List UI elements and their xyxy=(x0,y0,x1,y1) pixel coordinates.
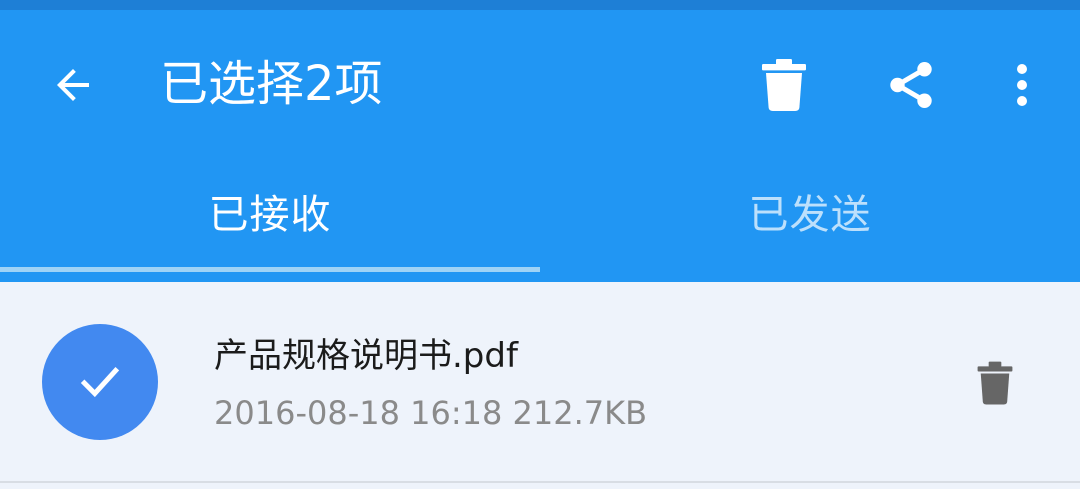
tab-bar: 已接收 已发送 xyxy=(0,140,1080,282)
status-strip xyxy=(0,0,1080,10)
file-name: 产品规格说明书.pdf xyxy=(214,336,518,376)
delete-file-button[interactable] xyxy=(960,348,1030,418)
selection-checkbox[interactable] xyxy=(42,324,158,440)
more-options-button[interactable] xyxy=(989,52,1055,118)
list-item[interactable]: 产品规格说明书.pdf 2016-08-18 16:18 212.7KB xyxy=(0,282,1080,483)
tab-received[interactable]: 已接收 xyxy=(0,140,540,282)
back-button[interactable] xyxy=(40,52,106,118)
trash-icon xyxy=(762,59,806,111)
file-meta: 2016-08-18 16:18 212.7KB xyxy=(214,394,648,432)
tab-sent[interactable]: 已发送 xyxy=(540,140,1080,282)
file-list: 产品规格说明书.pdf 2016-08-18 16:18 212.7KB xyxy=(0,282,1080,489)
app-bar: 已选择2项 已接收 已发送 xyxy=(0,10,1080,282)
trash-icon xyxy=(977,361,1013,405)
divider xyxy=(0,481,1080,483)
more-vert-icon xyxy=(1017,64,1027,106)
checkmark-icon xyxy=(80,367,120,398)
page-title: 已选择2项 xyxy=(160,56,383,112)
share-button[interactable] xyxy=(878,52,944,118)
share-icon xyxy=(890,62,932,108)
delete-selected-button[interactable] xyxy=(751,52,817,118)
arrow-back-icon xyxy=(57,69,89,101)
tab-indicator xyxy=(0,267,540,272)
